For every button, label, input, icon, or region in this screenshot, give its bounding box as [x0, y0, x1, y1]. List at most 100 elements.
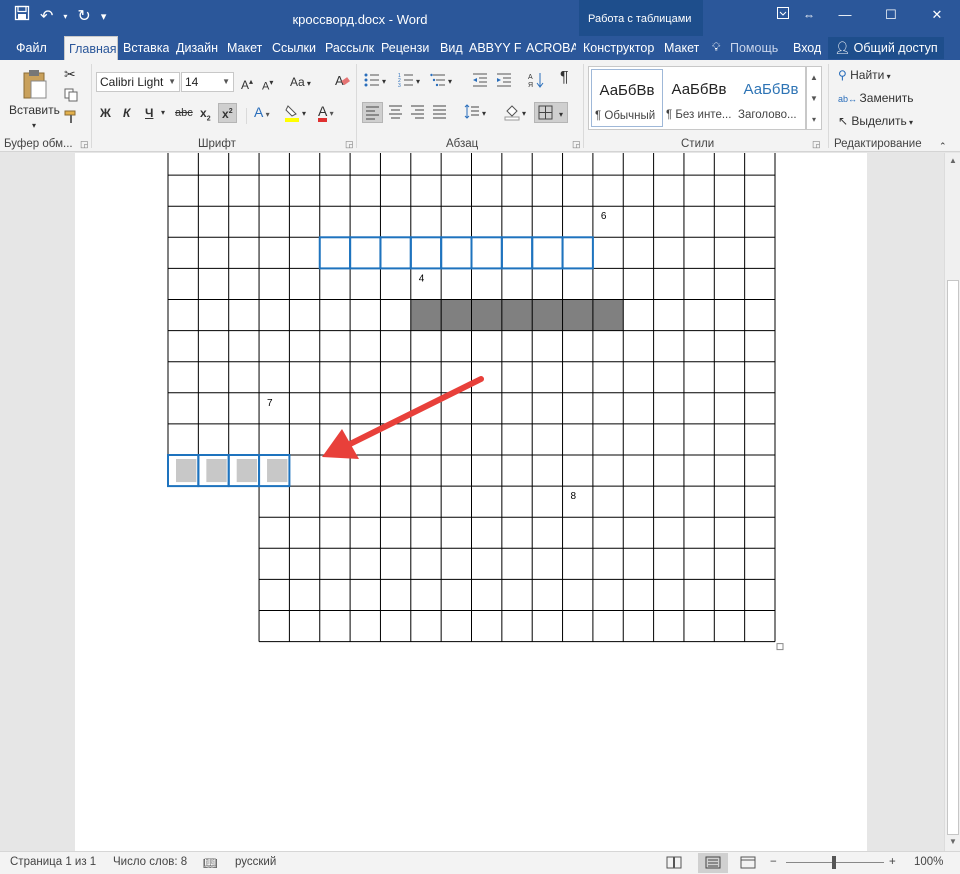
- chevron-down-icon[interactable]: ▾: [416, 74, 420, 90]
- tab-insert[interactable]: Вставка: [123, 36, 169, 60]
- chevron-down-icon[interactable]: ▾: [382, 74, 386, 90]
- align-left-icon[interactable]: [362, 102, 383, 123]
- zoom-in-button[interactable]: +: [889, 856, 896, 868]
- style-no-spacing[interactable]: АаБбВв ¶ Без инте...: [663, 69, 735, 127]
- ribbon-display-options-icon[interactable]: [770, 0, 796, 30]
- share-button[interactable]: 👤︎ Общий доступ: [828, 37, 944, 59]
- gallery-down-icon[interactable]: ▼: [807, 88, 821, 109]
- decrease-indent-icon[interactable]: [472, 72, 488, 92]
- font-name-combo[interactable]: Calibri Light ▼: [96, 72, 180, 92]
- styles-gallery: АаБбВв ¶ Обычный АаБбВв ¶ Без инте... Аа…: [588, 66, 806, 130]
- tab-view[interactable]: Вид: [440, 36, 463, 60]
- chevron-down-icon[interactable]: ▾: [448, 74, 452, 90]
- zoom-slider-thumb[interactable]: [832, 856, 836, 869]
- increase-indent-icon[interactable]: [496, 72, 512, 92]
- replace-button[interactable]: ab↔ Заменить: [838, 90, 913, 107]
- format-painter-icon[interactable]: [64, 110, 78, 128]
- highlight-color-icon[interactable]: [284, 104, 300, 126]
- style-heading-1[interactable]: АаБбВв Заголово...: [735, 69, 807, 127]
- read-mode-icon[interactable]: [666, 856, 682, 872]
- copy-icon[interactable]: [64, 88, 78, 106]
- paste-icon[interactable]: [22, 68, 48, 103]
- maximize-button[interactable]: ☐: [868, 0, 914, 30]
- clipboard-dialog-launcher-icon[interactable]: ◲: [80, 139, 89, 150]
- filled-cell: [441, 299, 472, 331]
- subscript-button[interactable]: x2: [200, 105, 211, 127]
- select-button[interactable]: ↖ Выделить ▾: [838, 113, 913, 131]
- align-center-icon[interactable]: [388, 104, 403, 123]
- text-effects-button[interactable]: A ▾: [254, 104, 270, 123]
- justify-icon[interactable]: [432, 104, 447, 123]
- tab-references[interactable]: Ссылки: [272, 36, 316, 60]
- gallery-more-icon[interactable]: ▾: [807, 109, 821, 130]
- shrink-font-icon[interactable]: A▾: [262, 75, 273, 95]
- sort-icon[interactable]: АЯ: [528, 72, 544, 92]
- close-button[interactable]: ✕: [914, 0, 960, 30]
- styles-gallery-scroll: ▲ ▼ ▾: [806, 66, 822, 130]
- align-right-icon[interactable]: [410, 104, 425, 123]
- grow-font-icon[interactable]: A▴: [241, 74, 253, 93]
- tab-table-design[interactable]: Конструктор: [583, 36, 654, 60]
- borders-button[interactable]: ▾: [534, 102, 568, 123]
- tab-acrobat[interactable]: ACROBA: [526, 36, 576, 60]
- clear-formatting-icon[interactable]: A: [334, 72, 350, 92]
- vertical-scrollbar[interactable]: ▲ ▼: [944, 153, 960, 851]
- style-normal[interactable]: АаБбВв ¶ Обычный: [591, 69, 663, 127]
- gallery-up-icon[interactable]: ▲: [807, 67, 821, 88]
- tab-mailings[interactable]: Рассылк: [325, 36, 375, 60]
- scroll-up-icon[interactable]: ▲: [945, 156, 960, 165]
- bold-button[interactable]: Ж: [100, 105, 111, 121]
- chevron-down-icon[interactable]: ▾: [522, 106, 526, 122]
- font-color-button[interactable]: A ▾: [318, 103, 334, 122]
- bullets-icon[interactable]: [364, 72, 380, 92]
- underline-dropdown-icon[interactable]: ▾: [161, 105, 165, 121]
- crossword-table[interactable]: 6 4 7 8: [75, 143, 867, 851]
- superscript-button[interactable]: x2: [218, 103, 237, 123]
- cut-icon[interactable]: ✂: [64, 66, 76, 82]
- strikethrough-button[interactable]: abc: [175, 105, 193, 121]
- tab-abbyy[interactable]: ABBYY Fi: [469, 36, 521, 60]
- paste-dropdown-icon[interactable]: ▾: [32, 118, 36, 134]
- tab-layout[interactable]: Макет: [227, 36, 262, 60]
- tab-design[interactable]: Дизайн: [176, 36, 218, 60]
- tab-home[interactable]: Главная: [64, 36, 118, 60]
- paragraph-dialog-launcher-icon[interactable]: ◲: [572, 139, 581, 150]
- font-dialog-launcher-icon[interactable]: ◲: [345, 139, 354, 150]
- svg-text:Я: Я: [528, 82, 533, 88]
- word-count[interactable]: Число слов: 8: [113, 856, 187, 868]
- multilevel-list-icon[interactable]: [430, 72, 446, 92]
- borders-icon: [538, 105, 553, 120]
- cursor-icon: ↖: [838, 114, 852, 128]
- chevron-down-icon[interactable]: ▾: [482, 106, 486, 122]
- minimize-button[interactable]: —: [822, 0, 868, 30]
- numbering-icon[interactable]: 123: [398, 72, 414, 92]
- underline-button[interactable]: Ч: [145, 105, 153, 121]
- proofing-icon[interactable]: 📖︎: [203, 856, 218, 870]
- tab-file[interactable]: Файл: [16, 36, 47, 60]
- web-layout-icon[interactable]: [740, 856, 756, 872]
- find-button[interactable]: ⚲ Найти ▾: [838, 67, 891, 85]
- print-layout-icon[interactable]: [698, 853, 728, 873]
- change-case-button[interactable]: Aa ▾: [290, 74, 311, 92]
- scroll-thumb[interactable]: [947, 280, 959, 835]
- resize-arrows-icon[interactable]: ⇔: [796, 0, 822, 30]
- sign-in-link[interactable]: Вход: [793, 36, 821, 60]
- document-page[interactable]: 6 4 7 8: [75, 143, 867, 851]
- zoom-out-button[interactable]: −: [770, 856, 777, 868]
- italic-button[interactable]: К: [123, 105, 130, 121]
- scroll-down-icon[interactable]: ▼: [945, 837, 960, 846]
- show-formatting-marks-button[interactable]: ¶: [560, 70, 569, 86]
- zoom-level[interactable]: 100%: [914, 856, 943, 868]
- tab-tell-me[interactable]: Помощь: [730, 36, 778, 60]
- page-indicator[interactable]: Страница 1 из 1: [10, 856, 96, 868]
- styles-dialog-launcher-icon[interactable]: ◲: [812, 139, 821, 150]
- tab-table-layout[interactable]: Макет: [664, 36, 699, 60]
- font-size-combo[interactable]: 14 ▼: [181, 72, 234, 92]
- language-indicator[interactable]: русский: [235, 856, 276, 868]
- shading-icon[interactable]: [504, 103, 520, 125]
- paste-button[interactable]: Вставить: [9, 102, 60, 118]
- highlight-dropdown-icon[interactable]: ▾: [302, 106, 306, 122]
- line-spacing-icon[interactable]: [464, 104, 480, 123]
- tab-review[interactable]: Рецензи: [381, 36, 431, 60]
- collapse-ribbon-icon[interactable]: ⌃: [939, 138, 947, 154]
